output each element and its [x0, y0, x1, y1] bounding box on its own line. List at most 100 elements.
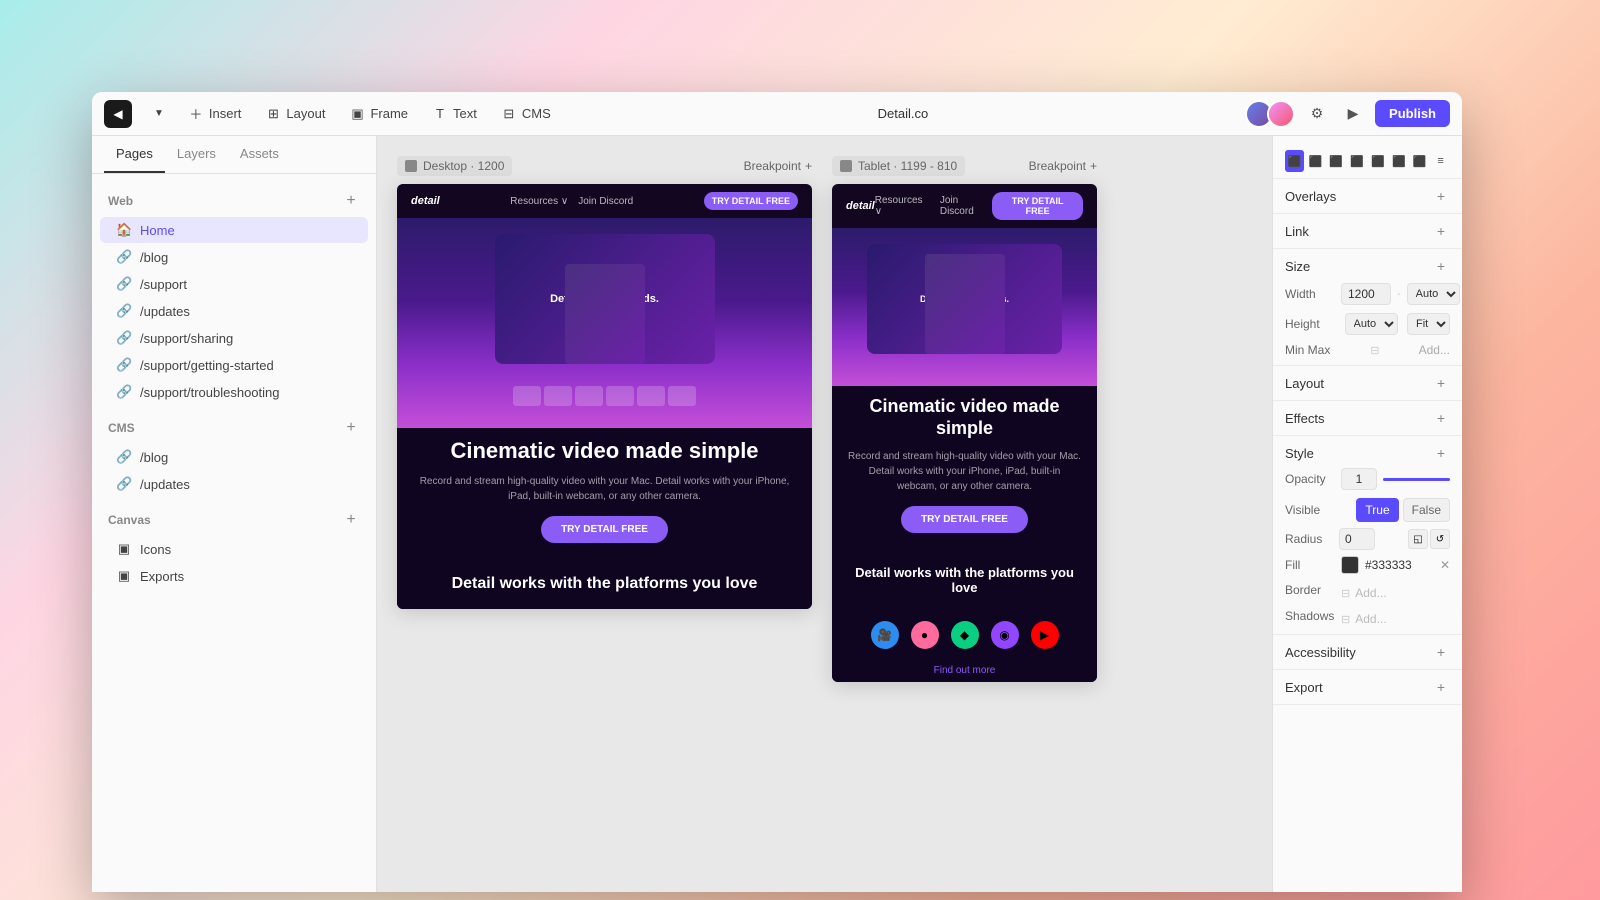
insert-button[interactable]: ＋ Insert — [178, 101, 252, 127]
preview-hero-desktop: Detail in 30 seconds. — [397, 218, 812, 428]
sidebar-item-cms-blog[interactable]: 🔗 /blog — [100, 444, 368, 470]
page-icon: 🔗 — [116, 249, 132, 265]
sidebar-item-exports[interactable]: ▣ Exports — [100, 563, 368, 589]
fill-value: #333333 — [1365, 558, 1434, 572]
effects-add-btn[interactable]: + — [1432, 409, 1450, 427]
overlays-title: Overlays — [1285, 189, 1336, 204]
sidebar-item-home[interactable]: 🏠 Home — [100, 217, 368, 243]
layout-header[interactable]: Layout + — [1285, 374, 1450, 392]
publish-button[interactable]: Publish — [1375, 100, 1450, 127]
width-auto-select[interactable]: Auto — [1407, 283, 1460, 305]
sidebar-item-updates[interactable]: 🔗 /updates — [100, 298, 368, 324]
sidebar-item-support-troubleshooting[interactable]: 🔗 /support/troubleshooting — [100, 379, 368, 405]
overlays-add-btn[interactable]: + — [1432, 187, 1450, 205]
desktop-play-icon — [405, 160, 417, 172]
layout-section: Layout + — [1273, 366, 1462, 401]
radius-input[interactable] — [1339, 528, 1375, 550]
section-cms-add[interactable]: + — [342, 419, 360, 437]
export-add-btn[interactable]: + — [1432, 678, 1450, 696]
nav-resources: Resources ∨ — [510, 196, 568, 207]
preview-btn-desktop[interactable]: TRY DETAIL FREE — [541, 516, 668, 543]
minmax-row: Min Max ⊟ Add... — [1285, 343, 1450, 357]
sidebar-item-support-getting-started[interactable]: 🔗 /support/getting-started — [100, 352, 368, 378]
accessibility-header[interactable]: Accessibility + — [1285, 643, 1450, 661]
align-top-btn[interactable]: ⬛ — [1348, 150, 1367, 172]
cms-blog-label: /blog — [140, 450, 168, 465]
opacity-input[interactable] — [1341, 468, 1377, 490]
cms-updates-label: /updates — [140, 477, 190, 492]
tablet-breakpoint-btn[interactable]: Breakpoint + — [1029, 159, 1097, 173]
frame-icon: ▣ — [349, 106, 365, 122]
frame-button[interactable]: ▣ Frame — [339, 101, 418, 127]
link-title: Link — [1285, 224, 1309, 239]
overlays-header[interactable]: Overlays + — [1285, 187, 1450, 205]
align-center-v-btn[interactable]: ⬛ — [1369, 150, 1388, 172]
radius-all-btn[interactable]: ↺ — [1430, 529, 1450, 549]
radius-corner-btn[interactable]: ◱ — [1408, 529, 1428, 549]
support-sharing-label: /support/sharing — [140, 331, 233, 346]
minmax-label: Min Max — [1285, 343, 1335, 357]
height-fit-select[interactable]: Fit — [1407, 313, 1450, 335]
toolbar-right: ⚙ ▶ Publish — [1245, 100, 1450, 128]
logo-youtube: ▶ — [1031, 621, 1059, 649]
minmax-add: Add... — [1419, 343, 1450, 357]
sidebar-item-icons[interactable]: ▣ Icons — [100, 536, 368, 562]
app-logo[interactable]: ◀ — [104, 100, 132, 128]
sidebar-item-cms-updates[interactable]: 🔗 /updates — [100, 471, 368, 497]
size-header[interactable]: Size + — [1285, 257, 1450, 275]
size-title: Size — [1285, 259, 1310, 274]
size-add-btn[interactable]: + — [1432, 257, 1450, 275]
accessibility-add-btn[interactable]: + — [1432, 643, 1450, 661]
tablet-breakpoint-plus: + — [1090, 159, 1097, 173]
effects-header[interactable]: Effects + — [1285, 409, 1450, 427]
style-header[interactable]: Style + — [1285, 444, 1450, 462]
tab-pages[interactable]: Pages — [104, 136, 165, 173]
height-auto-select[interactable]: Auto — [1345, 313, 1398, 335]
layout-add-btn[interactable]: + — [1432, 374, 1450, 392]
sidebar-item-support-sharing[interactable]: 🔗 /support/sharing — [100, 325, 368, 351]
align-right-btn[interactable]: ⬛ — [1327, 150, 1346, 172]
link-add-btn[interactable]: + — [1432, 222, 1450, 240]
tab-assets[interactable]: Assets — [228, 136, 291, 173]
preview-subtext-tablet: Record and stream high-quality video wit… — [848, 449, 1081, 494]
radius-icons: ◱ ↺ — [1408, 529, 1450, 549]
layout-button[interactable]: ⊞ Layout — [255, 101, 335, 127]
thumb-1 — [513, 386, 541, 406]
style-add-btn[interactable]: + — [1432, 444, 1450, 462]
find-out-more[interactable]: Find out more — [832, 659, 1097, 682]
alignment-row: ⬛ ⬛ ⬛ ⬛ ⬛ ⬛ ⬛ ≡ — [1273, 144, 1462, 179]
visible-true-btn[interactable]: True — [1356, 498, 1398, 522]
tablet-column: Tablet · 1199 - 810 Breakpoint + detail … — [832, 156, 1097, 872]
section-canvas-add[interactable]: + — [342, 511, 360, 529]
sidebar-item-support[interactable]: 🔗 /support — [100, 271, 368, 297]
canvas-area[interactable]: Desktop · 1200 Breakpoint + detail Resou… — [377, 136, 1272, 892]
preview-cta-desktop[interactable]: TRY DETAIL FREE — [704, 192, 798, 210]
support-label: /support — [140, 277, 187, 292]
cms-button[interactable]: ⊟ CMS — [491, 101, 561, 127]
desktop-breakpoint-btn[interactable]: Breakpoint + — [744, 159, 812, 173]
distribute-h-btn[interactable]: ⬛ — [1410, 150, 1429, 172]
tablet-preview-frame: detail Resources ∨ Join Discord TRY DETA… — [832, 184, 1097, 682]
preview-play-button[interactable]: ▶ — [1339, 100, 1367, 128]
sidebar-item-blog[interactable]: 🔗 /blog — [100, 244, 368, 270]
tablet-label-text: Tablet · 1199 - 810 — [858, 159, 957, 173]
fill-swatch[interactable] — [1341, 556, 1359, 574]
distribute-v-btn[interactable]: ≡ — [1431, 150, 1450, 172]
visible-false-btn[interactable]: False — [1403, 498, 1450, 522]
border-row: Border ⊟ Add... — [1285, 580, 1450, 600]
text-button[interactable]: T Text — [422, 101, 487, 127]
preview-btn-tablet[interactable]: TRY DETAIL FREE — [901, 506, 1028, 533]
preview-cta-tablet[interactable]: TRY DETAIL FREE — [992, 192, 1083, 220]
width-input[interactable] — [1341, 283, 1391, 305]
settings-button[interactable]: ⚙ — [1303, 100, 1331, 128]
link-header[interactable]: Link + — [1285, 222, 1450, 240]
align-bottom-btn[interactable]: ⬛ — [1389, 150, 1408, 172]
tab-layers[interactable]: Layers — [165, 136, 228, 173]
align-left-btn[interactable]: ⬛ — [1285, 150, 1304, 172]
align-center-h-btn[interactable]: ⬛ — [1306, 150, 1325, 172]
exports-icon: ▣ — [116, 568, 132, 584]
section-web-add[interactable]: + — [342, 192, 360, 210]
fill-delete[interactable]: ✕ — [1440, 558, 1450, 572]
export-header[interactable]: Export + — [1285, 678, 1450, 696]
toolbar-dropdown-btn[interactable]: ▼ — [144, 103, 174, 124]
